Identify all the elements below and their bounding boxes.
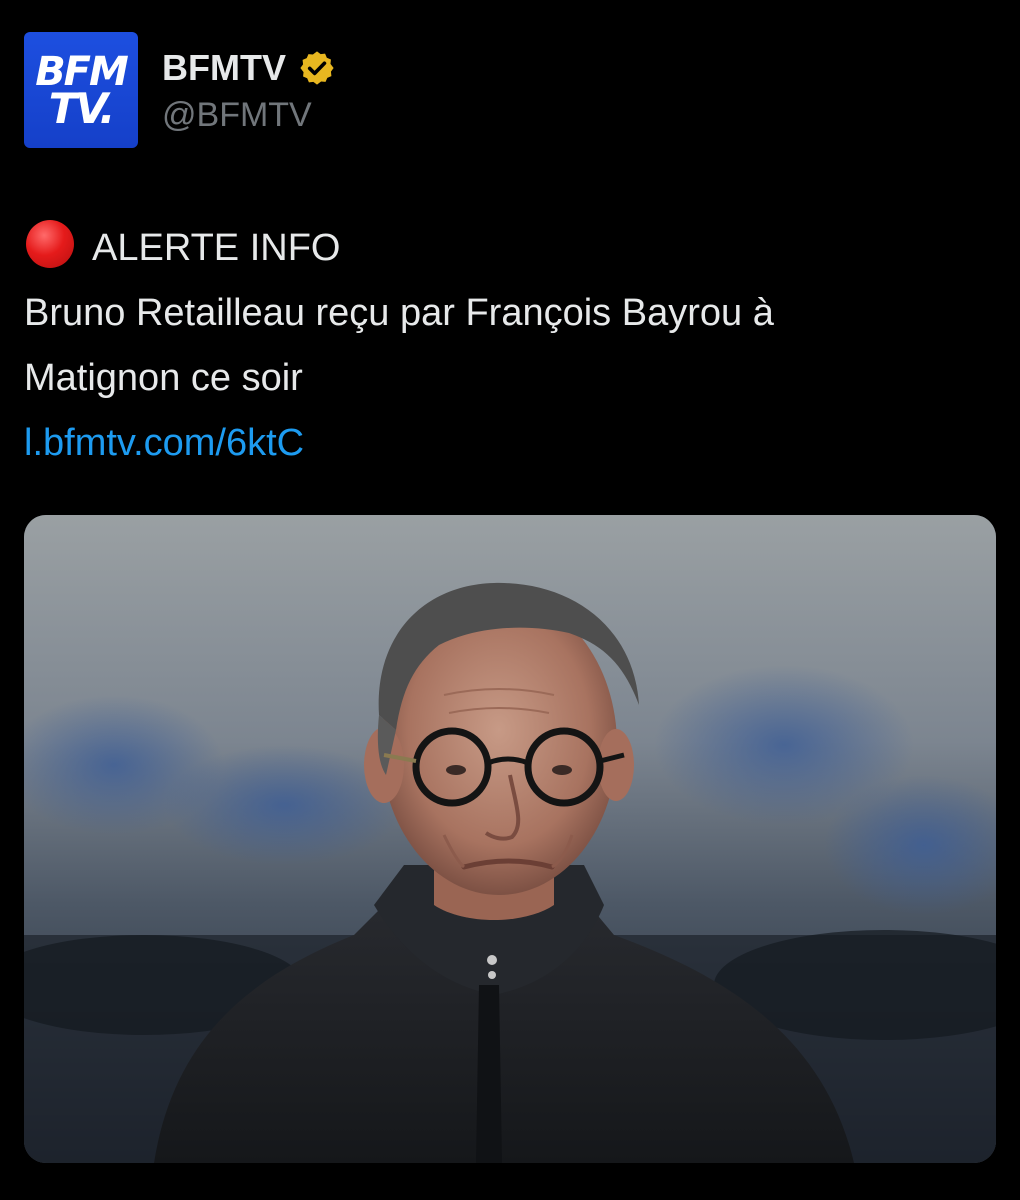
body-line-1: Bruno Retailleau reçu par François Bayro…	[24, 292, 774, 334]
photo-illustration	[24, 515, 996, 1163]
alert-label: ALERTE INFO	[92, 227, 341, 269]
name-row: BFMTV	[162, 46, 336, 90]
alert-line: ALERTE INFO	[24, 216, 984, 281]
account-identity: BFMTV @BFMTV	[162, 46, 336, 135]
verified-badge-icon[interactable]	[298, 49, 336, 87]
tweet[interactable]: BFM TV. BFMTV @BFMTV ALERTE INFO Bruno R…	[0, 0, 1020, 1200]
avatar[interactable]: BFM TV.	[24, 32, 138, 148]
display-name[interactable]: BFMTV	[162, 47, 286, 89]
avatar-logo-text-bottom: TV.	[48, 84, 116, 133]
tweet-photo[interactable]	[24, 515, 996, 1163]
handle[interactable]: @BFMTV	[162, 96, 336, 135]
article-link[interactable]: l.bfmtv.com/6ktC	[24, 411, 984, 476]
red-circle-icon	[26, 220, 74, 268]
body-line-2: Matignon ce soir	[24, 357, 303, 399]
tweet-text: ALERTE INFO Bruno Retailleau reçu par Fr…	[24, 216, 984, 476]
